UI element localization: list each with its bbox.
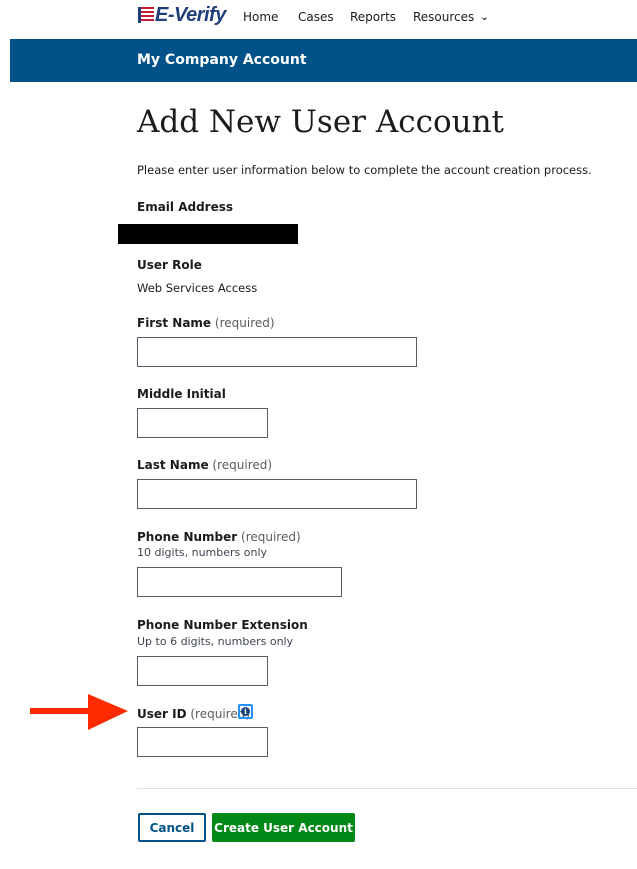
- phone-label: Phone Number (required): [137, 530, 301, 544]
- intro-text: Please enter user information below to c…: [137, 163, 592, 177]
- phone-ext-hint: Up to 6 digits, numbers only: [137, 635, 294, 648]
- required-marker: (required): [214, 316, 275, 330]
- required-marker: (required): [212, 458, 273, 472]
- chevron-down-icon: ⌄: [480, 12, 489, 23]
- cancel-button[interactable]: Cancel: [138, 813, 206, 842]
- info-icon[interactable]: i: [238, 704, 253, 719]
- flag-icon: [138, 7, 154, 23]
- user-id-label-text: User ID: [137, 707, 187, 721]
- user-id-label: User ID (required): [137, 707, 250, 721]
- logo-text: E-Verify: [155, 3, 226, 26]
- phone-label-text: Phone Number: [137, 530, 238, 544]
- phone-ext-input[interactable]: [137, 656, 268, 686]
- nav-cases[interactable]: Cases: [298, 10, 334, 24]
- first-name-label: First Name (required): [137, 316, 275, 330]
- info-glyph: i: [241, 707, 250, 716]
- page-banner: My Company Account: [10, 39, 637, 82]
- phone-ext-label-text: Phone Number Extension: [137, 618, 308, 632]
- user-role-value: Web Services Access: [137, 281, 258, 295]
- top-navigation: E-Verify Home Cases Reports Resources ⌄: [0, 0, 637, 38]
- everify-logo[interactable]: E-Verify: [138, 4, 226, 26]
- first-name-label-text: First Name: [137, 316, 212, 330]
- phone-ext-label: Phone Number Extension: [137, 618, 308, 632]
- last-name-label: Last Name (required): [137, 458, 272, 472]
- user-id-input[interactable]: [137, 727, 268, 757]
- email-redacted-value: [118, 224, 298, 244]
- user-role-label: User Role: [137, 258, 202, 272]
- nav-reports[interactable]: Reports: [350, 10, 396, 24]
- nav-resources-label: Resources: [413, 10, 475, 24]
- first-name-input[interactable]: [137, 337, 417, 367]
- phone-input[interactable]: [137, 567, 342, 597]
- phone-hint: 10 digits, numbers only: [137, 546, 268, 559]
- last-name-input[interactable]: [137, 479, 417, 509]
- middle-initial-label: Middle Initial: [137, 387, 226, 401]
- last-name-label-text: Last Name: [137, 458, 209, 472]
- email-label: Email Address: [137, 200, 233, 214]
- required-marker: (required): [241, 530, 301, 544]
- annotation-arrow-icon: [30, 694, 128, 730]
- middle-initial-label-text: Middle Initial: [137, 387, 226, 401]
- middle-initial-input[interactable]: [137, 408, 268, 438]
- nav-resources[interactable]: Resources ⌄: [413, 10, 489, 24]
- page-title: Add New User Account: [137, 104, 505, 140]
- banner-title: My Company Account: [137, 52, 307, 68]
- nav-home[interactable]: Home: [243, 10, 278, 24]
- create-user-account-button[interactable]: Create User Account: [212, 813, 355, 842]
- user-role-label-text: User Role: [137, 258, 202, 272]
- email-label-text: Email Address: [137, 200, 234, 214]
- form-divider: [137, 788, 637, 789]
